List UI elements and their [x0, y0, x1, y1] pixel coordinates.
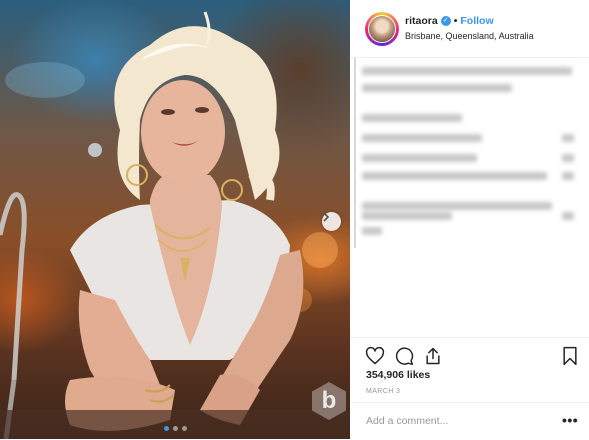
next-image-button[interactable]: [322, 212, 341, 231]
carousel-dot-active: [163, 426, 169, 431]
verified-check-icon: ✓: [440, 16, 451, 26]
comment-button[interactable]: [394, 346, 414, 366]
post-photo-illustration: [0, 11, 350, 439]
carousel-dot: [181, 426, 187, 431]
post-date[interactable]: MARCH 3: [366, 388, 400, 395]
comments-scrollbar[interactable]: [354, 58, 356, 248]
watermark-letter: b: [321, 387, 337, 414]
likes-count[interactable]: 354,906 likes: [366, 369, 430, 381]
comment-bar: •••: [350, 402, 589, 440]
save-button[interactable]: [560, 346, 580, 366]
location-link[interactable]: Brisbane, Queensland, Australia: [405, 31, 534, 41]
post-actions: [350, 337, 589, 366]
follow-button[interactable]: Follow: [460, 15, 493, 27]
bookmark-icon: [563, 346, 577, 366]
separator-dot: •: [453, 15, 458, 27]
username-link[interactable]: ritaora: [405, 15, 438, 27]
share-button[interactable]: [423, 346, 443, 366]
avatar-image: [368, 15, 396, 43]
post-side-panel: ritaora ✓ • Follow Brisbane, Queensland,…: [350, 0, 589, 439]
chevron-right-icon: [323, 212, 330, 222]
more-options-button[interactable]: •••: [562, 412, 578, 428]
avatar[interactable]: [365, 12, 399, 46]
like-button[interactable]: [365, 346, 385, 366]
share-icon: [426, 347, 440, 365]
comment-input[interactable]: [366, 413, 546, 429]
carousel-dot: [172, 426, 178, 431]
carousel-indicator: [0, 426, 350, 431]
name-row: ritaora ✓ • Follow: [405, 15, 494, 27]
post-photo[interactable]: b: [0, 0, 350, 439]
post-header: ritaora ✓ • Follow Brisbane, Queensland,…: [350, 0, 589, 58]
heart-icon: [365, 346, 385, 365]
blurred-caption-comments: [362, 62, 582, 332]
comment-bubble-icon: [395, 347, 414, 366]
